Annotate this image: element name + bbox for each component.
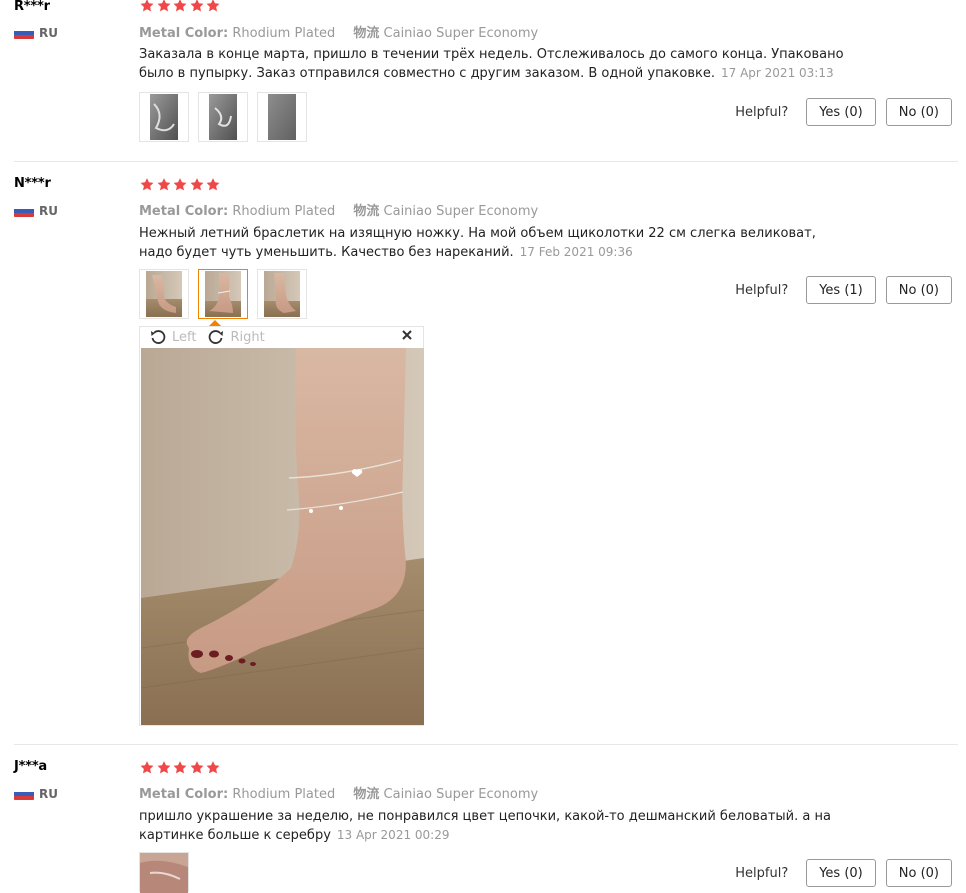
review-text: Заказала в конце марта, пришло в течении… (139, 45, 849, 83)
helpful-label: Helpful? (735, 282, 789, 298)
rotate-left-button[interactable]: Left (150, 329, 196, 345)
shipping-value: Cainiao Super Economy (383, 26, 539, 41)
star-icon (172, 177, 188, 192)
review-photos (139, 269, 316, 319)
order-meta: Metal Color: Rhodium Plated 物流 Cainiao S… (139, 200, 552, 219)
metal-color-value: Rhodium Plated (232, 26, 336, 41)
shipping-label: 物流 (353, 787, 380, 802)
reviewer-name: N***r (14, 176, 51, 191)
review-text: Нежный летний браслетик на изящную ножку… (139, 224, 849, 262)
star-icon (156, 760, 172, 775)
flag-ru-icon (14, 27, 34, 39)
review-text: пришло украшение за неделю, не понравилс… (139, 807, 849, 845)
rotate-right-button[interactable]: Right (208, 329, 265, 345)
reviewer-name: R***r (14, 0, 50, 14)
helpful-votes: Helpful? Yes (0) No (0) (735, 859, 952, 887)
metal-color-value: Rhodium Plated (232, 204, 336, 219)
reviewer-country: RU (14, 26, 58, 40)
review-body: пришло украшение за неделю, не понравилс… (139, 809, 831, 843)
review-divider (14, 161, 958, 162)
review-date: 13 Apr 2021 00:29 (336, 828, 450, 842)
viewer-toolbar: Left Right (140, 327, 423, 347)
flag-ru-icon (14, 205, 34, 217)
star-icon (205, 0, 221, 13)
rotate-left-icon (151, 330, 166, 344)
metal-color-label: Metal Color: (139, 204, 229, 219)
review-photo-thumb-active[interactable] (198, 269, 248, 319)
helpful-votes: Helpful? Yes (1) No (0) (735, 276, 952, 304)
metal-color-value: Rhodium Plated (232, 787, 336, 802)
review-photos (139, 92, 316, 142)
star-icon (172, 0, 188, 13)
helpful-label: Helpful? (735, 104, 789, 120)
review-photo-thumb[interactable] (139, 269, 189, 319)
review-divider (14, 744, 958, 745)
star-icon (189, 177, 205, 192)
photo-image (268, 94, 296, 140)
shipping-value: Cainiao Super Economy (383, 787, 539, 802)
star-icon (139, 0, 155, 13)
photo-image (150, 94, 178, 140)
order-meta: Metal Color: Rhodium Plated 物流 Cainiao S… (139, 22, 552, 41)
photo-image (209, 94, 237, 140)
helpful-yes-button[interactable]: Yes (0) (806, 859, 876, 887)
country-code: RU (39, 204, 58, 218)
flag-ru-icon (14, 788, 34, 800)
star-icon (205, 760, 221, 775)
review-photo-thumb[interactable] (139, 852, 189, 893)
rotate-right-label: Right (230, 329, 265, 345)
review-photo-thumb[interactable] (257, 92, 307, 142)
rating-stars (139, 0, 222, 13)
helpful-yes-button[interactable]: Yes (1) (806, 276, 876, 304)
star-icon (172, 760, 188, 775)
metal-color-label: Metal Color: (139, 26, 229, 41)
close-icon (402, 330, 412, 340)
star-icon (156, 177, 172, 192)
country-code: RU (39, 26, 58, 40)
metal-color-label: Metal Color: (139, 787, 229, 802)
star-icon (205, 177, 221, 192)
helpful-no-button[interactable]: No (0) (885, 98, 952, 126)
review-photo-thumb[interactable] (257, 269, 307, 319)
review-photo-thumb[interactable] (139, 92, 189, 142)
rating-stars (139, 177, 222, 192)
photo-image (205, 271, 241, 317)
order-meta: Metal Color: Rhodium Plated 物流 Cainiao S… (139, 783, 552, 802)
star-icon (139, 760, 155, 775)
close-viewer-button[interactable] (401, 329, 413, 345)
shipping-label: 物流 (353, 26, 380, 41)
reviewer-country: RU (14, 787, 58, 801)
reviewer-country: RU (14, 204, 58, 218)
helpful-no-button[interactable]: No (0) (885, 859, 952, 887)
review-body: Нежный летний браслетик на изящную ножку… (139, 226, 816, 260)
star-icon (189, 0, 205, 13)
photo-image (146, 271, 182, 317)
rotate-right-icon (209, 330, 224, 344)
star-icon (139, 177, 155, 192)
reviewer-name: J***a (14, 759, 48, 774)
review-photos (139, 852, 198, 893)
review-date: 17 Apr 2021 03:13 (721, 66, 834, 80)
shipping-value: Cainiao Super Economy (383, 204, 539, 219)
star-icon (189, 760, 205, 775)
photo-viewer: Left Right (139, 326, 424, 726)
helpful-label: Helpful? (735, 865, 789, 881)
rating-stars (139, 760, 222, 775)
enlarged-photo (141, 348, 424, 725)
country-code: RU (39, 787, 58, 801)
review-date: 17 Feb 2021 09:36 (519, 245, 633, 259)
helpful-yes-button[interactable]: Yes (0) (806, 98, 876, 126)
rotate-left-label: Left (172, 329, 197, 345)
shipping-label: 物流 (353, 204, 380, 219)
helpful-votes: Helpful? Yes (0) No (0) (735, 98, 952, 126)
review-photo-thumb[interactable] (198, 92, 248, 142)
helpful-no-button[interactable]: No (0) (885, 276, 952, 304)
photo-image (264, 271, 300, 317)
star-icon (156, 0, 172, 13)
